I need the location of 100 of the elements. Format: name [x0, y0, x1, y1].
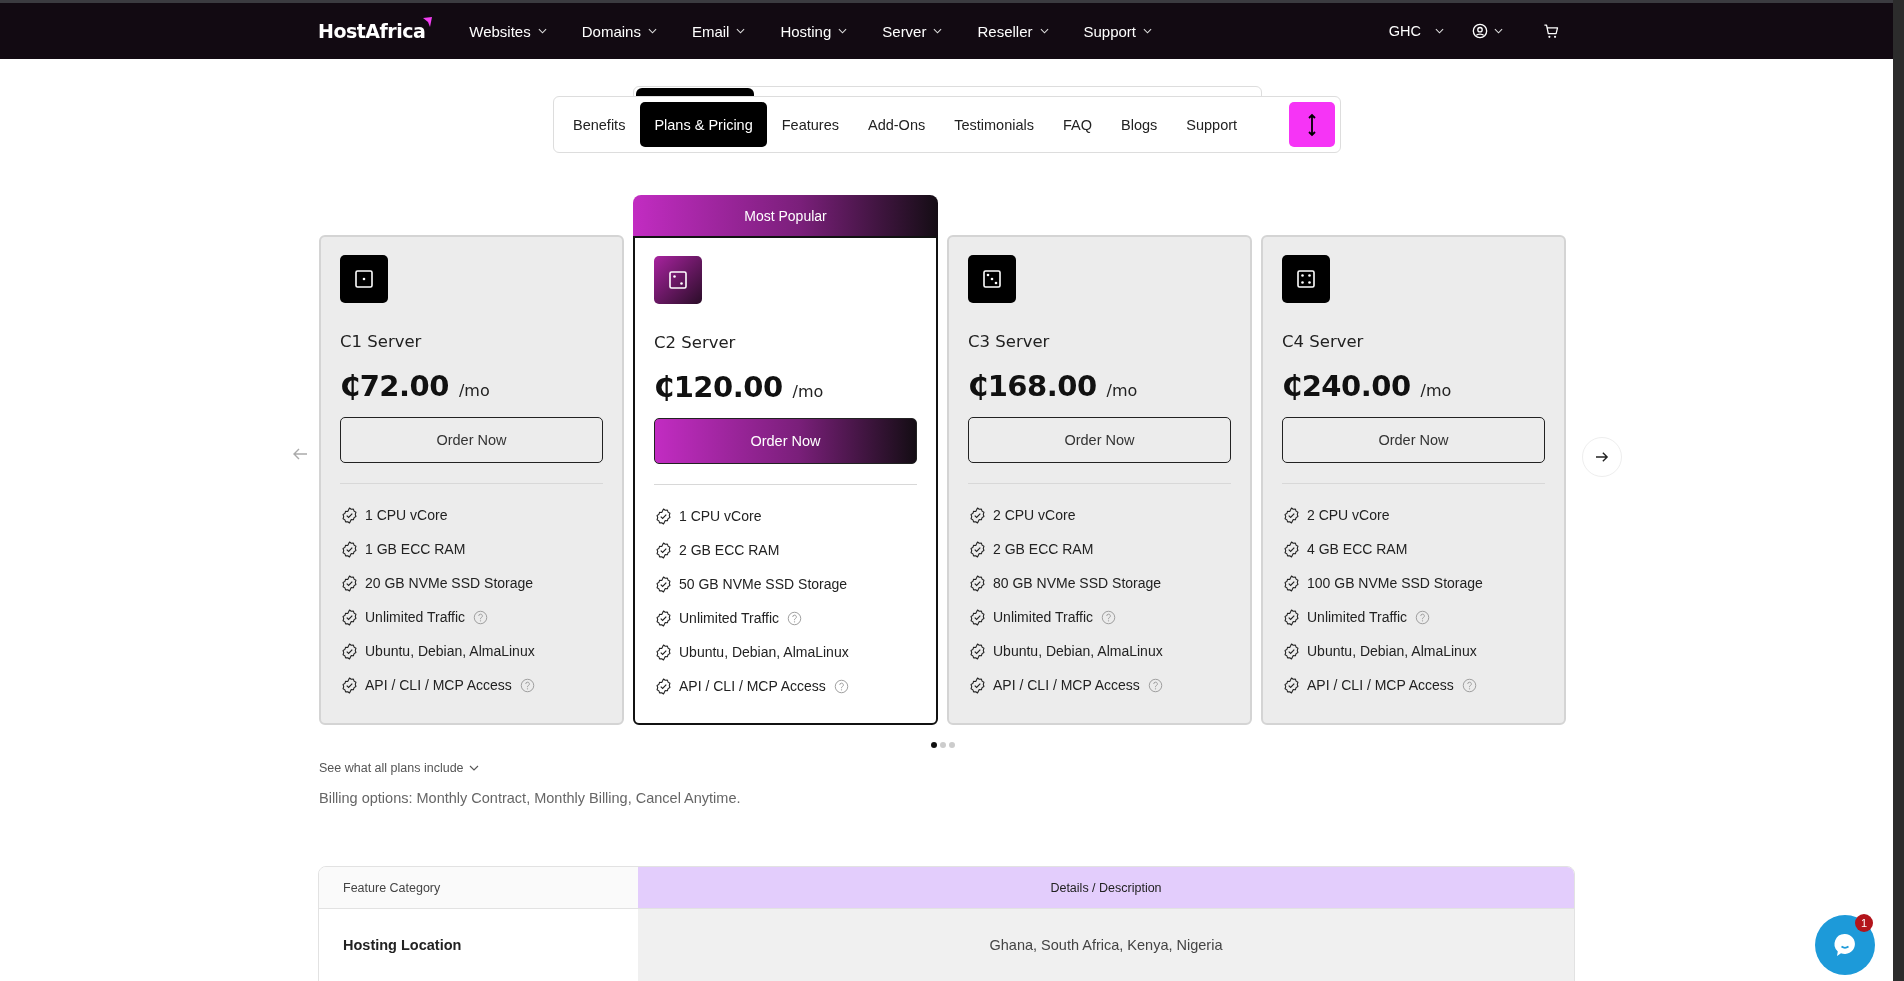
feature-text: 4 GB ECC RAM — [1307, 541, 1408, 557]
chevron-down-icon — [933, 28, 943, 34]
help-icon[interactable] — [1461, 677, 1477, 693]
feature-text: Ubuntu, Debian, AlmaLinux — [365, 643, 535, 659]
carousel-dot[interactable] — [948, 742, 955, 748]
section-tab[interactable]: Blogs — [1106, 102, 1172, 147]
help-icon[interactable] — [833, 678, 849, 694]
help-icon[interactable] — [1415, 609, 1431, 625]
arrow-left-icon[interactable] — [292, 447, 308, 461]
section-tab[interactable]: Features — [767, 102, 854, 147]
chevron-down-icon — [1435, 28, 1444, 34]
scrollbar[interactable] — [1893, 0, 1904, 981]
column-header: Details / Description — [638, 867, 1574, 909]
feature-text: 80 GB NVMe SSD Storage — [993, 575, 1162, 591]
help-icon[interactable] — [473, 609, 489, 625]
feature-text: Unlimited Traffic — [1307, 609, 1408, 625]
nav-menu-item[interactable]: Domains — [581, 22, 657, 40]
order-button[interactable]: Order Now — [1282, 417, 1545, 463]
currency-selector[interactable]: GHC — [1388, 23, 1444, 39]
up-down-arrow-icon — [1306, 112, 1317, 137]
check-badge-icon — [1282, 573, 1301, 593]
billing-note: Billing options: Monthly Contract, Monthly Billing, Cancel Anytime. — [319, 790, 742, 806]
price-period: /mo — [458, 381, 490, 400]
account-menu[interactable] — [1472, 23, 1503, 39]
section-tab[interactable]: Benefits — [558, 102, 640, 147]
nav-menu-item[interactable]: Websites — [469, 22, 547, 40]
help-icon[interactable] — [1147, 677, 1163, 693]
dice-icon — [654, 256, 702, 304]
carousel-dot[interactable] — [939, 742, 946, 748]
plan-price: ₵240.00 — [1282, 369, 1411, 403]
order-button[interactable]: Order Now — [968, 417, 1231, 463]
chevron-down-icon — [838, 28, 848, 34]
feature-text: 100 GB NVMe SSD Storage — [1307, 575, 1483, 591]
feature-text: 50 GB NVMe SSD Storage — [679, 576, 848, 592]
plan-price: ₵120.00 — [654, 370, 783, 404]
plan-name: C4 Server — [1282, 332, 1365, 351]
check-badge-icon — [340, 505, 359, 525]
price-period: /mo — [1420, 381, 1452, 400]
check-badge-icon — [654, 506, 673, 526]
feature-text: API / CLI / MCP Access — [1307, 677, 1454, 693]
chat-bubble-icon — [1832, 932, 1858, 958]
price-period: /mo — [1106, 381, 1138, 400]
feature-text: Unlimited Traffic — [365, 609, 466, 625]
feature-text: 1 CPU vCore — [365, 507, 448, 523]
feature-text: 2 CPU vCore — [993, 507, 1076, 523]
check-badge-icon — [968, 573, 987, 593]
feature-text: API / CLI / MCP Access — [679, 678, 826, 694]
feature-text: 2 CPU vCore — [1307, 507, 1390, 523]
chevron-down-icon — [1039, 28, 1049, 34]
feature-text: Ubuntu, Debian, AlmaLinux — [679, 644, 849, 660]
section-tab[interactable]: Testimonials — [939, 102, 1049, 147]
help-icon[interactable] — [787, 610, 803, 626]
plan-name: C3 Server — [968, 332, 1051, 351]
section-tab[interactable]: Plans & Pricing — [639, 102, 768, 147]
check-badge-icon — [654, 608, 673, 628]
chevron-down-icon — [468, 765, 479, 771]
help-icon[interactable] — [1101, 609, 1117, 625]
nav-menu-item[interactable]: Reseller — [977, 22, 1049, 40]
check-badge-icon — [968, 641, 987, 661]
check-badge-icon — [968, 539, 987, 559]
order-button[interactable]: Order Now — [654, 418, 917, 464]
logo[interactable]: HostAfrica — [318, 20, 426, 42]
section-tab[interactable]: Support — [1171, 102, 1252, 147]
section-tab[interactable]: Add-Ons — [853, 102, 940, 147]
feature-text: Ubuntu, Debian, AlmaLinux — [1307, 643, 1477, 659]
chevron-down-icon — [537, 28, 547, 34]
plan-name: C2 Server — [654, 333, 737, 352]
dice-icon — [968, 255, 1016, 303]
check-badge-icon — [654, 642, 673, 662]
check-badge-icon — [1282, 505, 1301, 525]
arrow-right-icon — [1595, 451, 1609, 463]
carousel-dot[interactable] — [930, 742, 937, 748]
check-badge-icon — [1282, 675, 1301, 695]
check-badge-icon — [968, 505, 987, 525]
feature-text: Unlimited Traffic — [993, 609, 1094, 625]
check-badge-icon — [968, 607, 987, 627]
nav-menu-item[interactable]: Email — [691, 22, 746, 40]
order-button[interactable]: Order Now — [340, 417, 603, 463]
chevron-down-icon — [1143, 28, 1153, 34]
cart-icon[interactable] — [1543, 22, 1560, 40]
check-badge-icon — [1282, 539, 1301, 559]
section-tab[interactable]: FAQ — [1048, 102, 1107, 147]
chat-button[interactable] — [1815, 915, 1875, 975]
feature-text: 20 GB NVMe SSD Storage — [365, 575, 534, 591]
plans-include-toggle[interactable]: See what all plans include — [319, 761, 479, 775]
popular-badge: Most Popular — [633, 195, 938, 236]
check-badge-icon — [1282, 641, 1301, 661]
next-button[interactable] — [1582, 437, 1622, 477]
check-badge-icon — [654, 540, 673, 560]
help-icon[interactable] — [519, 677, 535, 693]
scroll-toggle-button[interactable] — [1288, 102, 1335, 147]
table-cell: Ghana, South Africa, Kenya, Nigeria — [638, 909, 1574, 981]
plan-price: ₵72.00 — [340, 369, 449, 403]
nav-menu-item[interactable]: Hosting — [780, 22, 848, 40]
nav-menu-item[interactable]: Server — [882, 22, 943, 40]
check-badge-icon — [654, 676, 673, 696]
plan-price: ₵168.00 — [968, 369, 1097, 403]
chevron-down-icon — [736, 28, 746, 34]
dice-icon — [1282, 255, 1330, 303]
nav-menu-item[interactable]: Support — [1083, 22, 1153, 40]
